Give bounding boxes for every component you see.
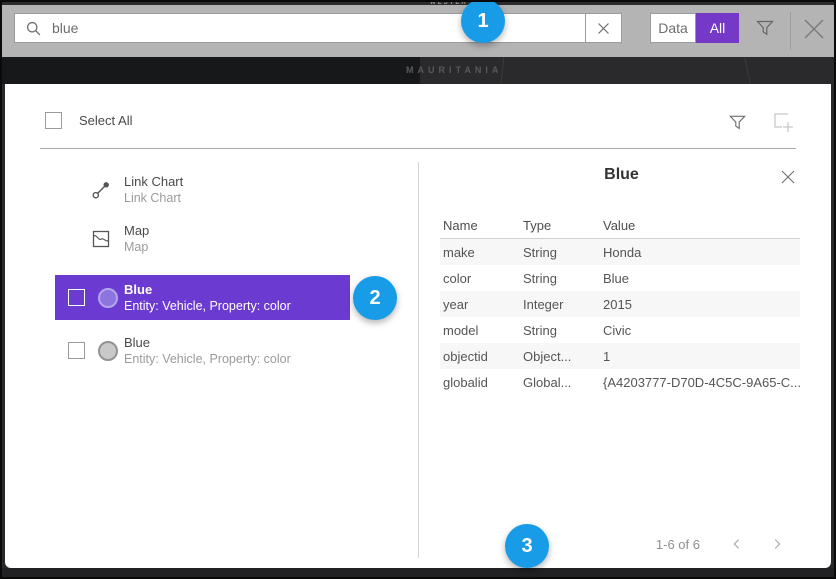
cell-type: String xyxy=(523,245,603,260)
cell-type: Integer xyxy=(523,297,603,312)
pagination-next-button[interactable] xyxy=(765,532,789,556)
close-search-button[interactable] xyxy=(799,14,829,44)
panel-vertical-divider xyxy=(418,162,419,558)
cell-value: {A4203777-D70D-4C5C-9A65-C... xyxy=(603,375,800,390)
panel-header-divider xyxy=(40,148,796,149)
cell-value: Blue xyxy=(603,271,800,286)
close-x-icon xyxy=(780,169,796,185)
result-subtitle: Entity: Vehicle, Property: color xyxy=(124,298,291,314)
cell-type: String xyxy=(523,323,603,338)
select-all-checkbox[interactable] xyxy=(45,112,62,129)
select-all-row: Select All xyxy=(45,112,132,129)
result-title: Blue xyxy=(124,282,291,298)
cell-value: 1 xyxy=(603,349,800,364)
result-subtitle: Entity: Vehicle, Property: color xyxy=(124,351,291,367)
point-symbol-icon xyxy=(98,288,118,308)
map-background-bottom xyxy=(2,568,834,577)
cell-name: color xyxy=(443,271,523,286)
close-x-icon xyxy=(802,17,826,41)
result-subtitle: Map xyxy=(124,239,149,255)
toggle-data-label: Data xyxy=(658,20,688,36)
pagination-prev-button[interactable] xyxy=(725,532,749,556)
results-filter-button[interactable] xyxy=(723,108,751,136)
result-item-map[interactable]: Map Map xyxy=(55,219,350,259)
table-row: model String Civic xyxy=(440,317,800,343)
point-symbol-icon xyxy=(98,341,118,361)
clear-search-button[interactable] xyxy=(585,13,622,43)
annotation-number: 3 xyxy=(521,535,532,558)
result-text: Map Map xyxy=(124,223,149,255)
map-background-strip: MAURITANIA xyxy=(2,57,834,84)
table-row: color String Blue xyxy=(440,265,800,291)
add-to-map-button[interactable] xyxy=(769,108,797,136)
chevron-right-icon xyxy=(770,537,784,551)
result-subtitle: Link Chart xyxy=(124,190,183,206)
column-header-type: Type xyxy=(523,218,603,233)
map-border-line xyxy=(744,57,751,84)
cell-type: String xyxy=(523,271,603,286)
annotation-number: 1 xyxy=(477,10,488,33)
screenshot-root: WESTER MAURITANIA Data All xyxy=(0,0,836,579)
result-item-link-chart[interactable]: Link Chart Link Chart xyxy=(55,170,350,210)
toggle-option-data[interactable]: Data xyxy=(650,13,696,43)
result-text: Blue Entity: Vehicle, Property: color xyxy=(124,335,291,367)
search-toolbar: Data All xyxy=(2,5,834,57)
cell-name: model xyxy=(443,323,523,338)
cell-type: Object... xyxy=(523,349,603,364)
cell-name: objectid xyxy=(443,349,523,364)
scope-toggle: Data All xyxy=(650,13,739,43)
toolbar-divider xyxy=(790,12,791,50)
detail-title: Blue xyxy=(443,166,800,184)
funnel-icon xyxy=(728,113,747,132)
table-row: objectid Object... 1 xyxy=(440,343,800,369)
result-title: Link Chart xyxy=(124,174,183,190)
cell-value: Civic xyxy=(603,323,800,338)
result-title: Map xyxy=(124,223,149,239)
result-checkbox[interactable] xyxy=(68,289,85,306)
cell-value: Honda xyxy=(603,245,800,260)
clear-x-icon xyxy=(597,22,610,35)
attribute-table-header: Name Type Value xyxy=(440,212,800,239)
result-text: Blue Entity: Vehicle, Property: color xyxy=(124,282,291,314)
cell-type: Global... xyxy=(523,375,603,390)
search-input[interactable] xyxy=(52,20,532,36)
toggle-all-label: All xyxy=(710,20,726,36)
attribute-table: Name Type Value make String Honda color … xyxy=(440,212,800,395)
annotation-number: 2 xyxy=(369,287,380,310)
toggle-option-all[interactable]: All xyxy=(696,13,739,43)
table-row: globalid Global... {A4203777-D70D-4C5C-9… xyxy=(440,369,800,395)
chevron-left-icon xyxy=(730,537,744,551)
result-title: Blue xyxy=(124,335,291,351)
select-all-label: Select All xyxy=(79,113,132,128)
detail-close-button[interactable] xyxy=(775,164,801,190)
search-results-panel: Select All Link Chart Lin xyxy=(5,84,831,568)
add-frame-icon xyxy=(772,111,794,133)
annotation-step-3: 3 xyxy=(505,524,549,568)
funnel-icon xyxy=(755,18,775,38)
annotation-step-2: 2 xyxy=(353,276,397,320)
link-chart-icon xyxy=(91,180,111,200)
cell-name: year xyxy=(443,297,523,312)
map-icon xyxy=(91,229,111,249)
annotation-step-1: 1 xyxy=(461,0,505,43)
map-water-area xyxy=(2,57,420,84)
result-item-blue[interactable]: Blue Entity: Vehicle, Property: color xyxy=(55,328,350,373)
search-icon xyxy=(25,20,42,37)
result-text: Link Chart Link Chart xyxy=(124,174,183,206)
table-row: make String Honda xyxy=(440,239,800,265)
map-label-mauritania: MAURITANIA xyxy=(406,65,502,75)
cell-name: make xyxy=(443,245,523,260)
cell-value: 2015 xyxy=(603,297,800,312)
result-item-blue-selected[interactable]: Blue Entity: Vehicle, Property: color xyxy=(55,275,350,320)
filter-button[interactable] xyxy=(750,13,780,43)
result-checkbox[interactable] xyxy=(68,342,85,359)
column-header-name: Name xyxy=(443,218,523,233)
pagination-label: 1-6 of 6 xyxy=(565,537,700,552)
table-row: year Integer 2015 xyxy=(440,291,800,317)
column-header-value: Value xyxy=(603,218,800,233)
cell-name: globalid xyxy=(443,375,523,390)
